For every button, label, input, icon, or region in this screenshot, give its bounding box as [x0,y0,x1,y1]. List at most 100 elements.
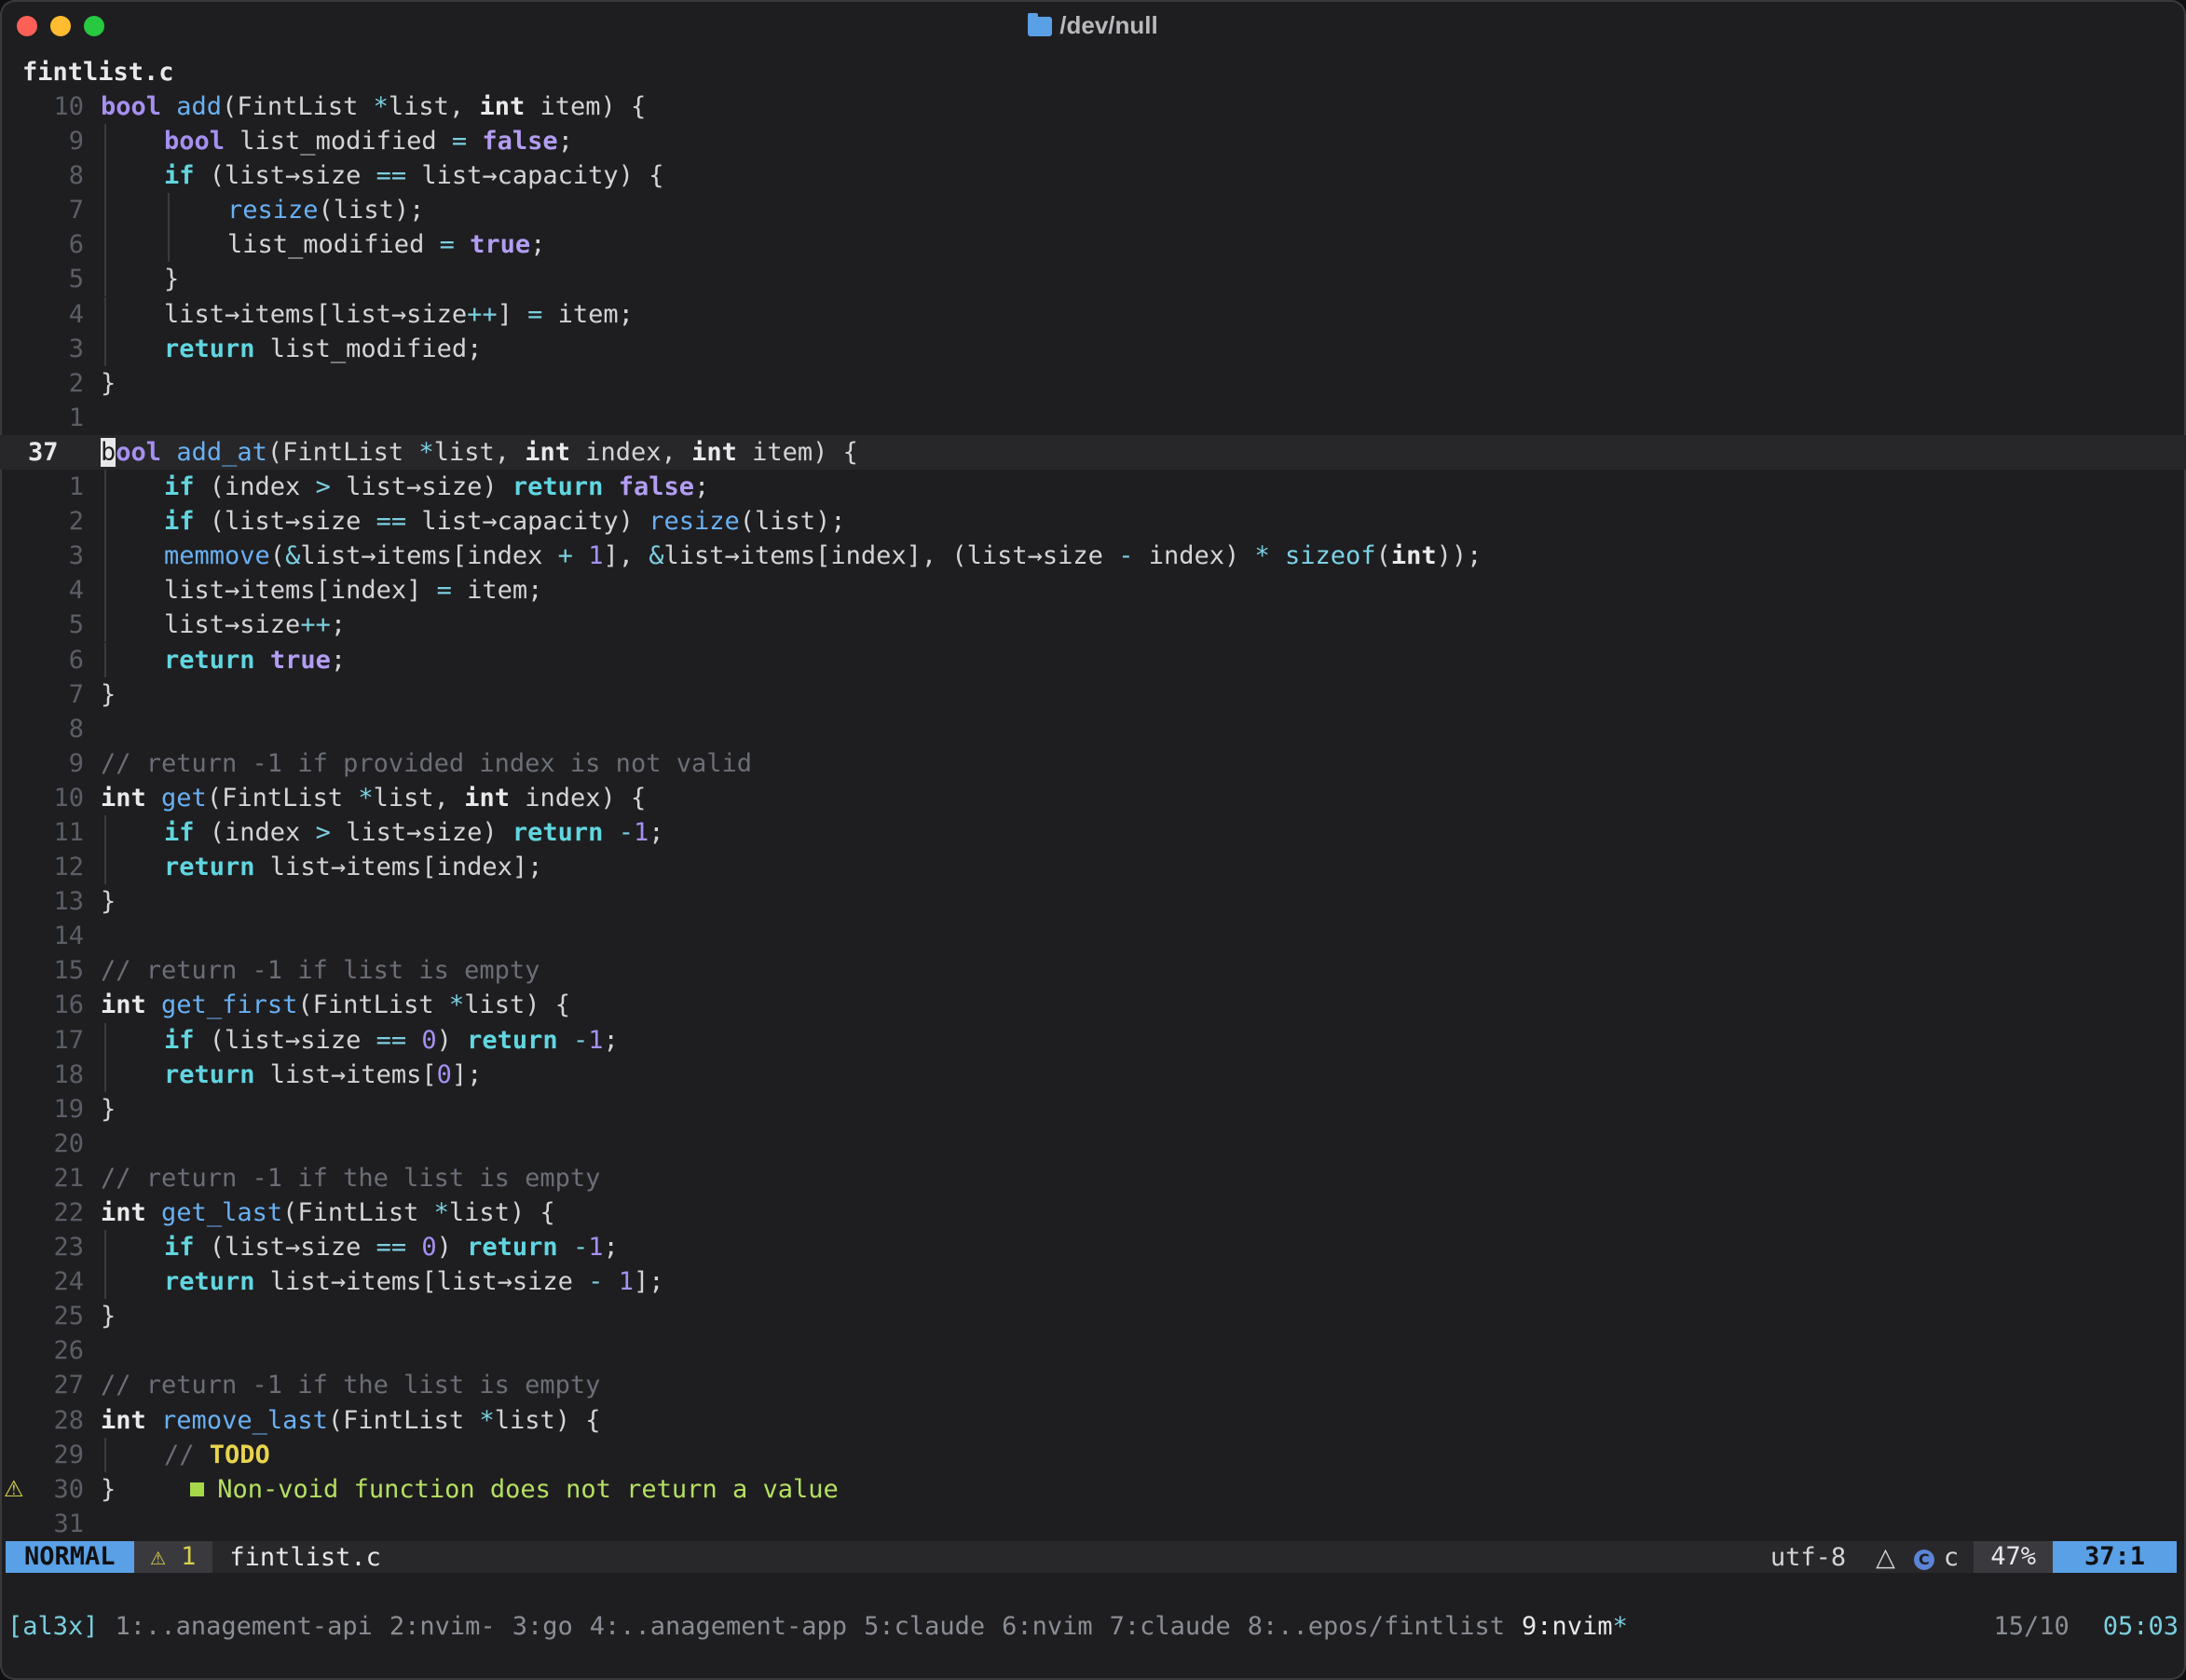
code-line[interactable]: 13} [0,884,2186,919]
diagnostics-count[interactable]: ⚠ 1 [133,1541,213,1573]
code-line[interactable]: 18 return list→items[0]; [0,1057,2186,1092]
tmux-window-label: 4:..anagement-app [589,1612,848,1641]
code-line[interactable]: 9 bool list_modified = false; [0,124,2186,159]
tmux-session[interactable]: [al3x] [7,1608,99,1646]
tmux-window-9[interactable]: 9:nvim* [1522,1608,1628,1646]
code-line[interactable]: 4 list→items[index] = item; [0,573,2186,608]
code-line[interactable]: 17 if (list→size == 0) return -1; [0,1022,2186,1058]
code-line[interactable]: 2} [0,366,2186,401]
line-content: if (index > list→size) return false; [164,470,709,504]
code-token: if [164,817,195,847]
code-token: remove_last [161,1405,328,1435]
code-line[interactable]: 4 list→items[list→size++] = item; [0,296,2186,332]
indent-guide [104,850,106,885]
tmux-window-label: 2:nvim- [389,1612,496,1641]
code-line[interactable]: 12 return list→items[index]; [0,850,2186,885]
code-token: 1 [588,541,604,571]
code-line[interactable]: 7 resize(list); [0,193,2186,228]
code-line[interactable]: 3 memmove(&list→items[index + 1], &list→i… [0,539,2186,574]
tmux-window-5[interactable]: 5:claude [864,1608,985,1646]
code-line[interactable]: 24 return list→items[list→size - 1]; [0,1264,2186,1300]
line-content: return true; [164,643,346,677]
tmux-window-7[interactable]: 7:claude [1110,1608,1231,1646]
line-content: int get(FintList *list, int index) { [101,781,646,815]
code-line[interactable]: 23 if (list→size == 0) return -1; [0,1230,2186,1265]
code-line[interactable]: 7} [0,677,2186,712]
code-line[interactable]: 8 if (list→size == list→capacity) { [0,158,2186,194]
code-line[interactable]: 31 [0,1507,2186,1541]
code-token: ( [1375,541,1391,571]
code-line[interactable]: 28 int remove_last(FintList *list) { [0,1403,2186,1438]
code-token: if [164,1233,195,1263]
code-line[interactable]: 15 // return -1 if list is empty [0,953,2186,988]
code-line[interactable]: 3 return list_modified; [0,331,2186,366]
code-token: list, [388,92,480,121]
code-line[interactable]: 21 // return -1 if the list is empty [0,1161,2186,1195]
code-line[interactable]: 1 [0,401,2186,435]
tmux-window-8[interactable]: 8:..epos/fintlist [1248,1608,1505,1646]
code-token: index) { [509,783,647,813]
code-token: ; [603,1025,619,1055]
line-content: // return -1 if the list is empty [101,1161,600,1195]
tmux-window-1[interactable]: 1:..anagement-api [116,1608,373,1646]
code-token: list) { [494,1405,601,1435]
diagnostic-message: Non-void function does not return a valu… [190,1475,839,1504]
code-token: ], [603,541,649,571]
current-line[interactable]: 37 bool add_at(FintList *list, int index,… [0,434,2186,471]
code-token: ) [436,1233,468,1263]
line-number: 4 [68,576,84,606]
code-line[interactable]: 22 int get_last(FintList *list) { [0,1195,2186,1230]
line-number: 27 [53,1371,84,1400]
code-line[interactable]: 20 [0,1127,2186,1161]
code-token: list→items[index [300,541,558,571]
code-line[interactable]: 5} [0,262,2186,297]
code-token: true [470,230,531,260]
code-token: = [436,576,452,606]
code-line[interactable]: 2 if (list→size == list→capacity) resize(… [0,504,2186,540]
code-line[interactable]: 5 list→size++; [0,608,2186,643]
line-content: if (list→size == 0) return -1; [164,1230,619,1264]
code-token: } [164,265,180,294]
tmux-window-6[interactable]: 6:nvim [1002,1608,1093,1646]
code-token: list→items[index], (list→size [663,541,1119,571]
tmux-window-label: 5:claude [864,1612,986,1641]
code-line[interactable]: 14 [0,919,2186,953]
code-line[interactable]: 10 bool add(FintList *list, int item) { [0,89,2186,124]
code-line[interactable]: 29 // TODO [0,1437,2186,1472]
code-token: list→items[ [254,1059,437,1089]
code-line[interactable]: 25} [0,1299,2186,1333]
code-token: list) { [464,990,570,1020]
code-line[interactable]: 16 int get_first(FintList *list) { [0,988,2186,1022]
tmux-window-2[interactable]: 2:nvim- [389,1608,496,1646]
tmux-window-3[interactable]: 3:go [512,1608,573,1646]
code-line[interactable]: 19} [0,1092,2186,1127]
code-line[interactable]: 6 return true; [0,642,2186,677]
code-line[interactable]: 11 if (index > list→size) return -1; [0,814,2186,850]
code-token: bool [164,127,225,157]
line-content: list→size++; [164,608,346,642]
tmux-window-4[interactable]: 4:..anagement-app [590,1608,847,1646]
code-line[interactable]: 6 list_modified = true; [0,227,2186,263]
code-token: sizeof [1285,541,1376,571]
code-token: // return -1 if the list is empty [101,1163,601,1193]
line-number: 9 [68,748,84,778]
code-line[interactable]: 27 // return -1 if the list is empty [0,1368,2186,1402]
code-token: 0 [421,1025,437,1055]
code-token: true [269,645,331,675]
code-line[interactable]: ⚠ 30} Non-void function does not return a … [0,1472,2186,1507]
code-token: item; [542,299,634,329]
code-line[interactable]: 1 if (index > list→size) return false; [0,470,2186,505]
code-line[interactable]: 8 [0,712,2186,746]
code-line[interactable]: 9 // return -1 if provided index is not v… [0,746,2186,781]
line-content: int remove_last(FintList *list) { [101,1403,600,1438]
line-number: 28 [53,1405,84,1435]
code-editor[interactable]: 10 bool add(FintList *list, int item) {9 b… [0,89,2186,1541]
code-line[interactable]: 26 [0,1333,2186,1368]
code-line[interactable]: 10 int get(FintList *list, int index) { [0,781,2186,815]
